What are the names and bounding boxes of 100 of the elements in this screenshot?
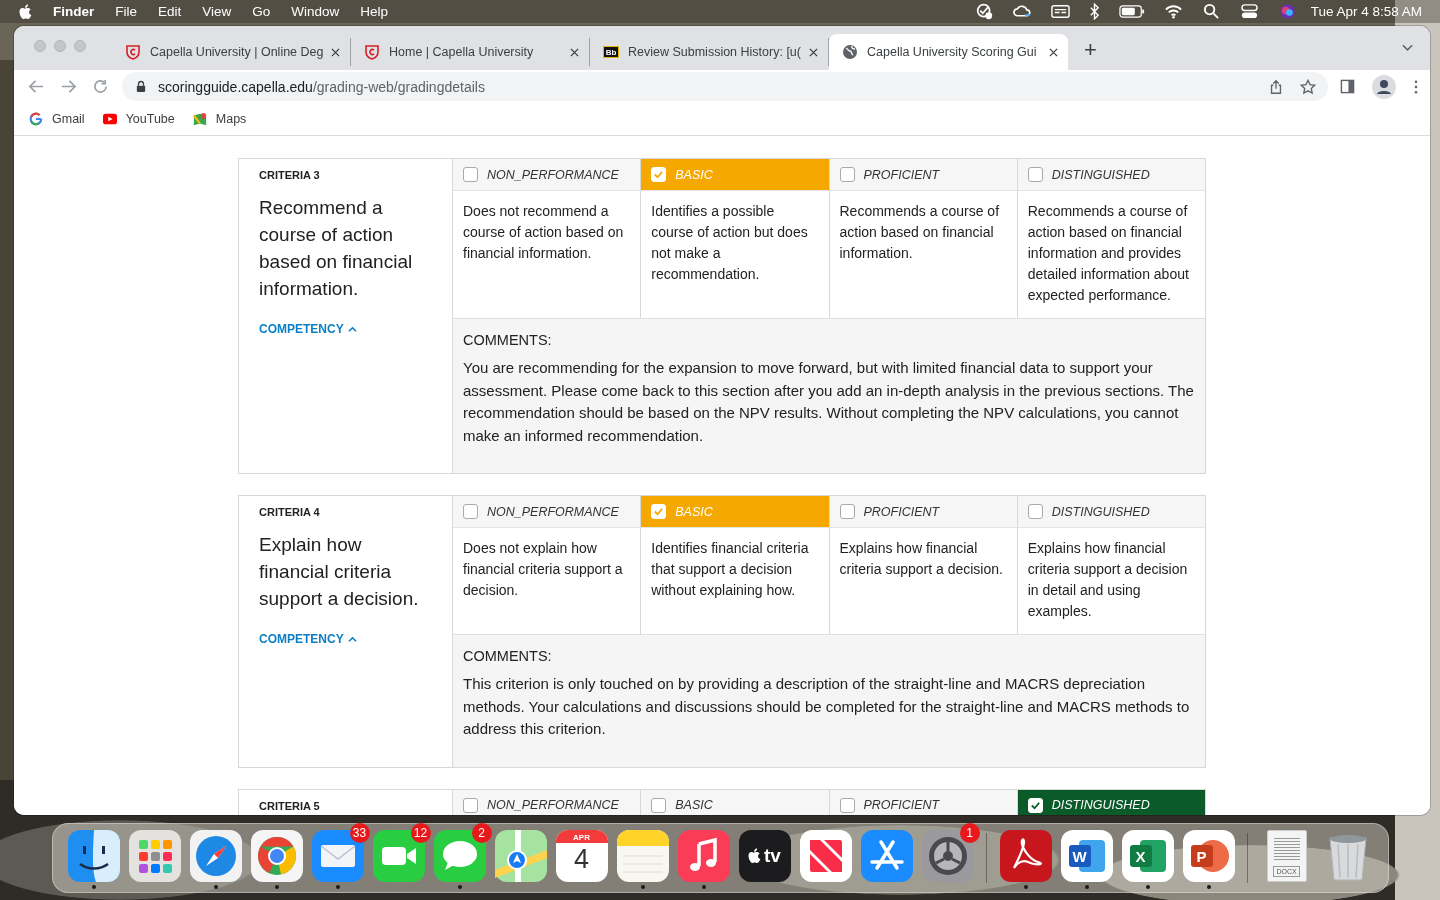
close-icon[interactable]: [1049, 47, 1058, 57]
menu-item[interactable]: Help: [360, 4, 389, 19]
apple-icon[interactable]: [19, 3, 33, 20]
envelope-icon[interactable]: [311, 830, 364, 882]
close-icon[interactable]: [809, 47, 818, 57]
wifi-icon[interactable]: [1163, 3, 1183, 20]
new-tab-button[interactable]: +: [1084, 36, 1097, 64]
siri-icon[interactable]: [1277, 3, 1297, 20]
tab-title: Home | Capella University: [389, 45, 535, 59]
checkbox[interactable]: [463, 797, 478, 813]
side-panel-icon[interactable]: [1340, 79, 1355, 94]
control-center-icon[interactable]: [1239, 3, 1259, 20]
rating-description: Identifies financial criteria that support a decision without explaining how.: [651, 540, 809, 598]
star-icon[interactable]: [1300, 78, 1316, 95]
chat-bubble-icon[interactable]: [433, 830, 486, 882]
browser-tab[interactable]: Capella University | Online Deg: [112, 38, 351, 66]
comments-label: COMMENTS:: [463, 331, 553, 350]
rating-option[interactable]: NON_PERFORMANCE: [453, 789, 641, 815]
battery-icon[interactable]: [1118, 3, 1145, 20]
browser-tab[interactable]: Capella University Scoring Gui: [829, 34, 1068, 70]
competency-toggle[interactable]: COMPETENCY: [259, 322, 357, 336]
powerpoint-icon[interactable]: P: [1182, 830, 1235, 882]
menu-item[interactable]: Go: [252, 4, 271, 19]
rating-option[interactable]: PROFICIENT: [828, 496, 1017, 528]
rating-option[interactable]: DISTINGUISHED: [1016, 496, 1205, 528]
compass-icon[interactable]: [189, 830, 242, 882]
rating-option[interactable]: DISTINGUISHED: [1016, 789, 1205, 815]
criterion-label: CRITERIA 3: [259, 169, 320, 181]
notification-count: 1: [959, 823, 980, 843]
comments-text: You are recommending for the expansion to move forward, but with limited financial data to support your assessment. Please come back to this section after you add an in-depth analysis in the previous sections. The recommendation should be based on the NPV results. Without completing the NPV calculations, you cannot make an informed recommendation.: [463, 358, 1195, 446]
checkbox[interactable]: [1027, 167, 1043, 182]
check-circle-icon[interactable]: [974, 3, 994, 20]
music-note-icon[interactable]: [677, 830, 730, 882]
bluetooth-icon[interactable]: [1088, 3, 1100, 20]
rating-option[interactable]: PROFICIENT: [828, 789, 1017, 815]
keyboard-icon[interactable]: [1050, 3, 1070, 20]
checkbox[interactable]: [839, 797, 855, 813]
cloud-icon[interactable]: [1012, 3, 1032, 20]
video-camera-icon[interactable]: [372, 830, 425, 882]
close-icon[interactable]: [570, 47, 579, 57]
back-icon[interactable]: [28, 78, 45, 95]
search-icon[interactable]: [1201, 3, 1221, 20]
comments-text: This criterion is only touched on by providing a description of the straight-line and MACRS depreciation methods. Your calculations and discussions should be completed for the straight-line and MACRS methods to address this criterion.: [463, 674, 1191, 739]
excel-icon[interactable]: X: [1121, 830, 1174, 882]
rating-description: Explains how financial criteria support a decision in detail and using examples.: [1027, 540, 1188, 619]
share-icon[interactable]: [1268, 78, 1284, 95]
bookmark[interactable]: Gmail: [29, 112, 85, 126]
blackboard-icon: Bb: [603, 46, 619, 58]
checkbox[interactable]: [463, 504, 478, 519]
rating-option[interactable]: BASIC: [640, 789, 829, 815]
address-bar[interactable]: scoringguide.capella.edu/grading-web/gradingdetails: [122, 72, 1328, 101]
caret-icon: [347, 635, 357, 643]
url-text: scoringguide.capella.edu/grading-web/gradingdetails: [158, 78, 485, 95]
forward-icon[interactable]: [60, 78, 77, 95]
rating-option[interactable]: NON_PERFORMANCE: [453, 159, 641, 191]
rating-option[interactable]: DISTINGUISHED: [1016, 159, 1205, 191]
bookmark[interactable]: Maps: [192, 112, 247, 126]
menu-item[interactable]: Window: [291, 4, 340, 19]
notification-count: 2: [471, 823, 492, 843]
map-icon[interactable]: [494, 830, 547, 882]
rating-description: Does not explain how financial criteria support a decision.: [463, 540, 623, 598]
bookmark[interactable]: YouTube: [102, 112, 175, 126]
rating-option[interactable]: NON_PERFORMANCE: [453, 496, 641, 528]
chevron-down-icon[interactable]: [1401, 43, 1414, 53]
close-icon[interactable]: [331, 47, 340, 57]
pdf-icon[interactable]: [999, 830, 1052, 882]
checkbox[interactable]: [839, 504, 855, 519]
play-icon: [102, 112, 117, 126]
app-grid-icon[interactable]: [128, 830, 181, 882]
app-menu[interactable]: Finder: [53, 4, 95, 19]
shield-icon: [125, 44, 141, 60]
checkbox[interactable]: [651, 797, 667, 813]
tv-app-icon[interactable]: tv: [738, 830, 791, 882]
menu-item[interactable]: View: [202, 4, 232, 19]
check-icon: [653, 169, 665, 180]
profile-icon[interactable]: [1372, 74, 1396, 99]
menu-item[interactable]: File: [115, 4, 138, 19]
checkbox[interactable]: [1027, 504, 1043, 519]
more-icon[interactable]: [1414, 79, 1418, 94]
news-icon[interactable]: [799, 830, 852, 882]
menu-item[interactable]: Edit: [158, 4, 182, 19]
competency-toggle[interactable]: COMPETENCY: [259, 632, 357, 646]
reload-icon[interactable]: [92, 78, 109, 95]
checkbox[interactable]: [463, 167, 478, 182]
notepad-icon[interactable]: [616, 830, 669, 882]
chrome-icon[interactable]: [250, 830, 303, 882]
notification-count: 33: [349, 823, 370, 843]
word-icon[interactable]: W: [1060, 830, 1113, 882]
finder-icon[interactable]: [67, 830, 120, 882]
rating-description: Explains how financial criteria support a decision.: [839, 540, 1003, 577]
calendar-icon[interactable]: APR 4: [555, 830, 608, 882]
check-icon: [653, 506, 665, 517]
google-icon: [29, 112, 43, 126]
rating-option[interactable]: PROFICIENT: [828, 159, 1017, 191]
checkbox[interactable]: [839, 167, 855, 182]
app-store-icon[interactable]: [860, 830, 913, 882]
globe-icon: [842, 44, 858, 60]
rating-description: Recommends a course of action based on financial information and provides detailed information about expected performance.: [1027, 203, 1189, 303]
browser-tab[interactable]: Home | Capella University: [351, 38, 590, 66]
clock[interactable]: Tue Apr 4 8:58 AM: [1310, 4, 1422, 19]
